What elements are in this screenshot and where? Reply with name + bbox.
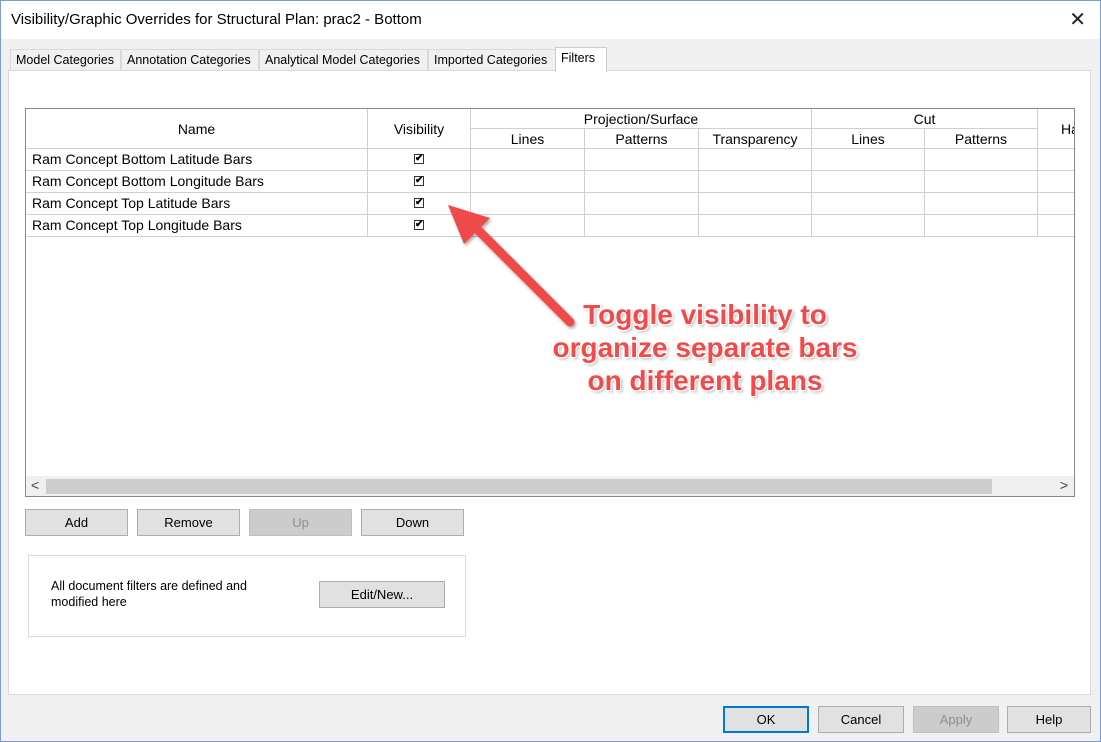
annotation-line-1: Toggle visibility to: [583, 299, 827, 330]
annotation-text: Toggle visibility to organize separate b…: [530, 298, 880, 397]
annotation-line-3: on different plans: [587, 365, 823, 396]
tab-filters[interactable]: Filters: [555, 47, 607, 72]
annotation-line-2: organize separate bars: [552, 332, 858, 363]
